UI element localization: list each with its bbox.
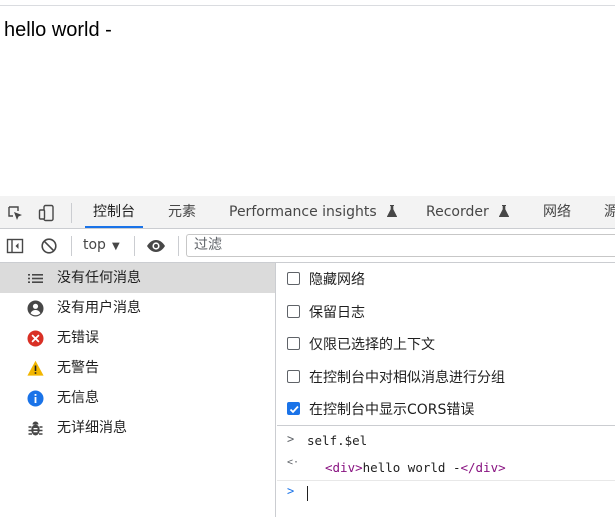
- setting-label: 在控制台中显示CORS错误: [309, 402, 475, 418]
- checkbox-checked[interactable]: [287, 402, 300, 415]
- setting-label: 在控制台中对相似消息进行分组: [309, 369, 505, 386]
- tab-sources[interactable]: 源: [604, 196, 615, 228]
- devtools-tab-bar: 控制台 元素 Performance insights Recorder 网络 …: [0, 196, 615, 229]
- inspect-element-icon[interactable]: [6, 204, 24, 222]
- tab-label: 元素: [168, 204, 196, 220]
- sidebar-item-warnings[interactable]: 无警告: [0, 353, 275, 383]
- console-result: <div>hello world -</div>: [325, 460, 506, 475]
- checkmark-icon: [289, 405, 299, 414]
- info-icon: [27, 390, 44, 407]
- tab-network[interactable]: 网络: [543, 196, 571, 228]
- top-divider: [0, 5, 615, 6]
- console-command: self.$el: [307, 433, 368, 448]
- setting-label: 仅限已选择的上下文: [309, 337, 435, 353]
- clear-console-icon[interactable]: [40, 237, 58, 255]
- error-icon: [27, 330, 44, 347]
- tab-console[interactable]: 控制台: [85, 196, 143, 228]
- tab-label: Performance insights: [229, 204, 377, 220]
- text-caret: [307, 486, 308, 501]
- setting-show-cors-errors[interactable]: 在控制台中显示CORS错误: [277, 393, 615, 426]
- tab-label: 控制台: [93, 204, 135, 220]
- close-tag: </div>: [460, 460, 506, 475]
- sidebar-item-label: 没有任何消息: [57, 270, 141, 286]
- toolbar-divider: [134, 236, 135, 256]
- setting-label: 隐藏网络: [309, 272, 365, 288]
- window: hello world - 控制台 元素 Performance insight…: [0, 0, 615, 517]
- console-settings: 隐藏网络 保留日志 仅限已选择的上下文 在控制台中对相似消息进行分组 在控制台中…: [277, 263, 615, 426]
- input-prompt-icon: >: [287, 432, 295, 446]
- console-prompt-line[interactable]: >: [277, 481, 615, 511]
- tab-bar-divider: [71, 203, 72, 223]
- toolbar-divider: [178, 236, 179, 256]
- toolbar-divider: [71, 236, 72, 256]
- checkbox[interactable]: [287, 272, 300, 285]
- sidebar-item-label: 无详细消息: [57, 420, 127, 436]
- sidebar-item-all-messages[interactable]: 没有任何消息: [0, 263, 275, 293]
- open-tag: <div>: [325, 460, 363, 475]
- sidebar-item-label: 没有用户消息: [57, 300, 141, 316]
- context-value: top: [83, 237, 106, 253]
- checkbox[interactable]: [287, 337, 300, 350]
- experiment-flask-icon: [387, 205, 398, 217]
- page-content-text: hello world -: [4, 19, 112, 41]
- sidebar-toggle-icon[interactable]: [6, 237, 24, 255]
- context-selector[interactable]: top ▼: [83, 229, 120, 262]
- tab-recorder[interactable]: Recorder: [426, 196, 510, 228]
- setting-group-similar[interactable]: 在控制台中对相似消息进行分组: [277, 361, 615, 394]
- setting-selected-context-only[interactable]: 仅限已选择的上下文: [277, 328, 615, 361]
- dropdown-caret-icon: ▼: [111, 241, 120, 252]
- result-prompt-icon: <·: [287, 457, 300, 468]
- result-text: hello world -: [362, 460, 461, 475]
- setting-preserve-log[interactable]: 保留日志: [277, 296, 615, 329]
- sidebar-item-label: 无警告: [57, 360, 99, 376]
- filter-placeholder: 过滤: [194, 237, 222, 253]
- console-sidebar: 没有任何消息 没有用户消息 无错误 无警告 无信息 无详细消息: [0, 263, 276, 517]
- tab-label: Recorder: [426, 204, 489, 220]
- tab-performance-insights[interactable]: Performance insights: [229, 196, 398, 228]
- sidebar-item-info[interactable]: 无信息: [0, 383, 275, 413]
- tab-label: 源: [604, 204, 615, 220]
- live-expression-eye-icon[interactable]: [146, 237, 166, 255]
- device-toolbar-icon[interactable]: [38, 204, 56, 222]
- tab-label: 网络: [543, 204, 571, 220]
- sidebar-item-errors[interactable]: 无错误: [0, 323, 275, 353]
- experiment-flask-icon: [499, 205, 510, 217]
- console-input-line: > self.$el: [277, 426, 615, 453]
- console-toolbar: top ▼ 过滤: [0, 229, 615, 263]
- bug-icon: [28, 421, 43, 436]
- filter-input[interactable]: 过滤: [186, 234, 615, 257]
- sidebar-item-user-messages[interactable]: 没有用户消息: [0, 293, 275, 323]
- console-output[interactable]: > self.$el <· <div>hello world -</div> >: [277, 426, 615, 517]
- console-result-line[interactable]: <· <div>hello world -</div>: [277, 453, 615, 481]
- setting-hide-network[interactable]: 隐藏网络: [277, 263, 615, 296]
- user-icon: [27, 300, 44, 317]
- sidebar-item-label: 无错误: [57, 330, 99, 346]
- tab-elements[interactable]: 元素: [168, 196, 196, 228]
- active-prompt-icon: >: [287, 484, 295, 498]
- warning-icon: [27, 360, 44, 376]
- sidebar-item-label: 无信息: [57, 390, 99, 406]
- sidebar-item-verbose[interactable]: 无详细消息: [0, 413, 275, 443]
- setting-label: 保留日志: [309, 304, 365, 321]
- list-icon: [28, 274, 43, 283]
- checkbox[interactable]: [287, 369, 300, 383]
- checkbox[interactable]: [287, 304, 300, 318]
